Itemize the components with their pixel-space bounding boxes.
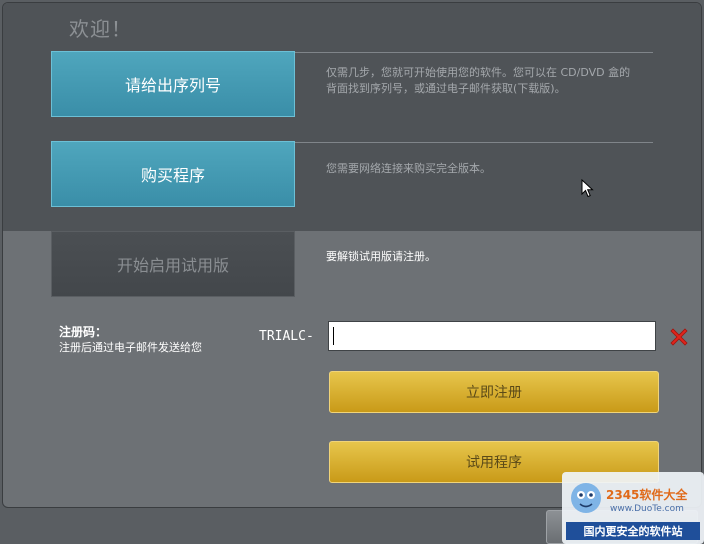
divider xyxy=(295,52,653,53)
watermark-url: www.DuoTe.com xyxy=(610,504,684,514)
buy-description: 您需要网络连接来购买完全版本。 xyxy=(326,162,491,175)
register-now-button[interactable]: 立即注册 xyxy=(329,371,659,413)
mouse-pointer-icon xyxy=(581,179,594,198)
welcome-title: 欢迎！ xyxy=(69,17,132,41)
mascot-icon xyxy=(571,483,601,513)
serial-description: 仅需几步，您就可开始使用您的软件。您可以在 CD/DVD 盒的背面找到序列号，或… xyxy=(326,66,631,95)
serial-input[interactable] xyxy=(328,321,656,351)
serial-label: 注册码： xyxy=(59,325,108,339)
divider xyxy=(295,142,653,143)
site-watermark: 2345软件大全 www.DuoTe.com 国内更安全的软件站 xyxy=(562,472,704,544)
activation-window: 欢迎！ 请给出序列号 仅需几步，您就可开始使用您的软件。您可以在 CD/DVD … xyxy=(2,2,702,508)
watermark-brand: 2345软件大全 xyxy=(606,488,688,502)
buy-program-button[interactable]: 购买程序 xyxy=(51,141,295,207)
watermark-slogan: 国内更安全的软件站 xyxy=(566,522,700,540)
trial-description: 要解锁试用版请注册。 xyxy=(326,250,436,263)
text-caret xyxy=(333,327,334,345)
close-x-icon[interactable] xyxy=(667,325,691,349)
serial-prefix: TRIALC- xyxy=(259,329,314,344)
start-trial-button[interactable]: 开始启用试用版 xyxy=(51,231,295,297)
serial-sublabel: 注册后通过电子邮件发送给您 xyxy=(59,341,202,354)
enter-serial-button[interactable]: 请给出序列号 xyxy=(51,51,295,117)
